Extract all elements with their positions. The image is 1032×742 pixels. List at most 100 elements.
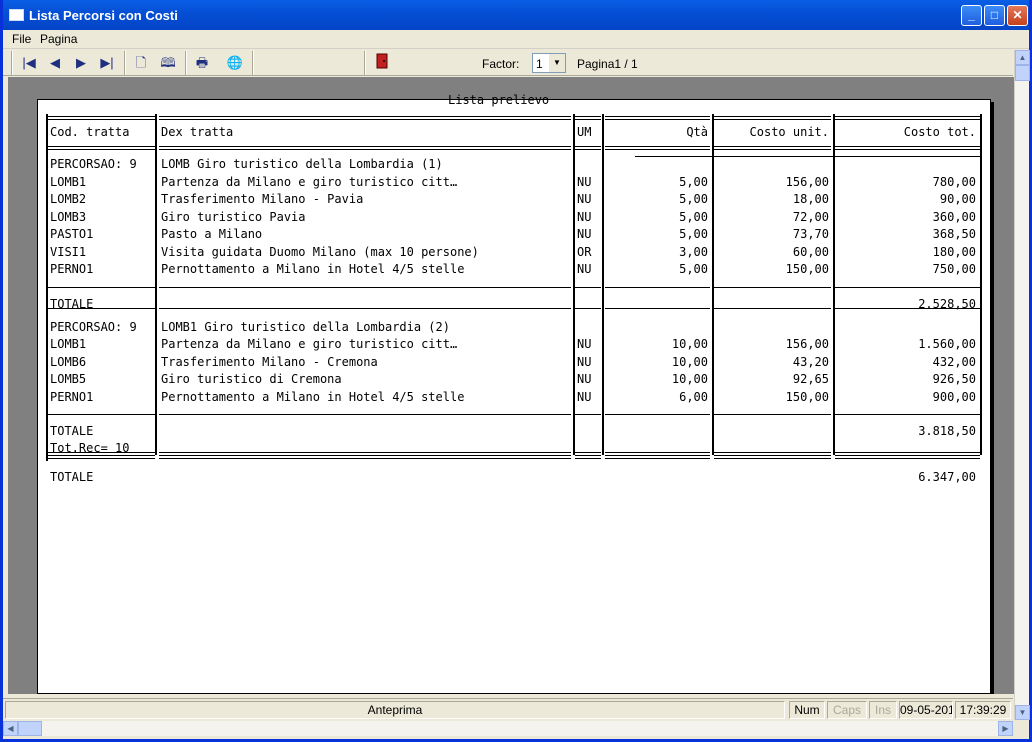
horizontal-scrollbar[interactable]: ◀ ▶ [3, 721, 1013, 736]
table-row-unit: 150,00 [785, 262, 829, 276]
table-row-um: OR [577, 244, 592, 259]
header-bottom-rule [575, 146, 601, 150]
status-date: 09-05-2016 [899, 701, 953, 719]
header-top-rule [46, 116, 155, 120]
column-divider [712, 114, 714, 455]
status-mode: Anteprima [5, 701, 785, 719]
group-total-rule [714, 414, 831, 415]
toolbar-separator [252, 51, 254, 75]
table-row-code: LOMB3 [50, 209, 87, 224]
table-row-um: NU [577, 389, 592, 404]
group-separator-rule [159, 307, 571, 309]
scroll-left-icon[interactable]: ◀ [3, 721, 18, 736]
table-row-total: 900,00 [932, 389, 976, 404]
scroll-up-icon[interactable]: ▲ [1015, 50, 1030, 65]
column-divider [155, 114, 157, 455]
exit-door-icon[interactable] [372, 53, 392, 73]
factor-select[interactable]: 1 ▼ [532, 53, 566, 73]
two-pages-icon[interactable]: 🕮 [158, 53, 178, 73]
table-row-code: LOMB5 [50, 372, 87, 386]
last-page-icon[interactable]: ▶| [97, 53, 117, 73]
group-header-desc: LOMB Giro turistico della Lombardia (1) [161, 157, 443, 171]
table-row-desc: Trasferimento Milano - Cremona [161, 354, 378, 369]
export-icon[interactable]: 🌐 [225, 53, 245, 73]
group-separator-rule [46, 452, 155, 453]
group-total-rule [46, 286, 155, 288]
group-separator-rule [835, 307, 980, 309]
table-row-um: NU [577, 262, 592, 276]
table-row-code: PERNO1 [50, 262, 94, 276]
table-row-unit: 156,00 [785, 174, 829, 189]
table-row-total: 1.560,00 [918, 337, 976, 351]
single-page-icon[interactable]: 🗋 [131, 53, 151, 73]
table-row-unit: 156,00 [785, 337, 829, 351]
header-top-rule [714, 116, 831, 120]
group-header-code: PERCORSAO: 9 [50, 319, 137, 334]
title-bar[interactable]: Lista Percorsi con Costi _ □ ✕ [3, 0, 1029, 30]
horizontal-scroll-thumb[interactable] [18, 721, 42, 736]
group-total-rule [605, 286, 710, 288]
table-row-um: NU [577, 337, 592, 351]
menu-bar: File Pagina [3, 30, 1029, 49]
toolbar-separator [364, 51, 366, 75]
column-header-total: Costo tot. [903, 125, 976, 139]
group-total-rule [46, 414, 155, 415]
vertical-scrollbar[interactable]: ▲ ▼ [1014, 50, 1030, 720]
table-row-total: 368,50 [932, 227, 976, 241]
menu-file[interactable]: File [12, 32, 31, 46]
group-total-rule [605, 414, 710, 415]
window-title: Lista Percorsi con Costi [29, 8, 178, 23]
minimize-button[interactable]: _ [961, 5, 982, 26]
table-row-unit: 73,70 [792, 227, 829, 241]
print-icon[interactable]: 🖶 [192, 53, 212, 73]
table-row-unit: 18,00 [792, 192, 829, 206]
print-preview-area[interactable]: Lista prelievo Cod. tratta Dex tratta UM Qt… [8, 77, 1014, 694]
scroll-down-icon[interactable]: ▼ [1015, 705, 1030, 720]
menu-pagina[interactable]: Pagina [40, 32, 77, 46]
column-header-unit: Costo unit. [749, 125, 829, 139]
table-row-desc: Visita guidata Duomo Milano (max 10 pers… [161, 244, 479, 259]
header-bottom-rule [46, 146, 155, 150]
close-button[interactable]: ✕ [1007, 5, 1028, 26]
table-row-desc: Pernottamento a Milano in Hotel 4/5 stel… [161, 262, 465, 276]
table-row-desc: Giro turistico Pavia [161, 209, 306, 224]
header-bottom-rule [159, 146, 571, 150]
maximize-button[interactable]: □ [984, 5, 1005, 26]
first-page-icon[interactable]: |◀ [19, 53, 39, 73]
column-divider [573, 114, 575, 455]
header-bottom-rule [835, 146, 980, 150]
table-row-code: LOMB2 [50, 192, 87, 206]
column-divider [602, 114, 604, 455]
vertical-scroll-thumb[interactable] [1015, 65, 1030, 81]
table-row-um: NU [577, 372, 592, 386]
scroll-right-icon[interactable]: ▶ [998, 721, 1013, 736]
header-bottom-rule [714, 146, 831, 150]
report-page: Lista prelievo Cod. tratta Dex tratta UM Qt… [37, 93, 991, 694]
table-row-code: PERNO1 [50, 389, 94, 404]
table-row-total: 360,00 [932, 209, 976, 224]
group-total-rule [835, 286, 980, 288]
column-header-code: Cod. tratta [50, 125, 130, 139]
table-row-qty: 5,00 [679, 262, 708, 276]
header-top-rule [575, 116, 601, 120]
grand-total-rule [835, 455, 980, 459]
table-row-qty: 3,00 [679, 244, 708, 259]
table-row-desc: Partenza da Milano e giro turistico citt… [161, 337, 458, 351]
table-row-qty: 5,00 [679, 227, 708, 241]
group-separator-rule [605, 307, 710, 309]
next-page-icon[interactable]: ▶ [71, 53, 91, 73]
previous-page-icon[interactable]: ◀ [45, 53, 65, 73]
chevron-down-icon[interactable]: ▼ [549, 54, 565, 72]
group-header-code: PERCORSAO: 9 [50, 157, 137, 171]
grand-total-rule [714, 455, 831, 459]
table-row-code: LOMB1 [50, 337, 87, 351]
table-row-total: 432,00 [932, 354, 976, 369]
grand-total-value: 6.347,00 [918, 470, 976, 484]
table-row-unit: 92,65 [792, 372, 829, 386]
table-row-unit: 72,00 [792, 209, 829, 224]
table-row-um: NU [577, 227, 592, 241]
group-separator-rule [835, 452, 980, 453]
table-row-desc: Pasto a Milano [161, 227, 263, 241]
table-row-desc: Partenza da Milano e giro turistico citt… [161, 174, 458, 189]
group-separator-rule [46, 307, 155, 309]
